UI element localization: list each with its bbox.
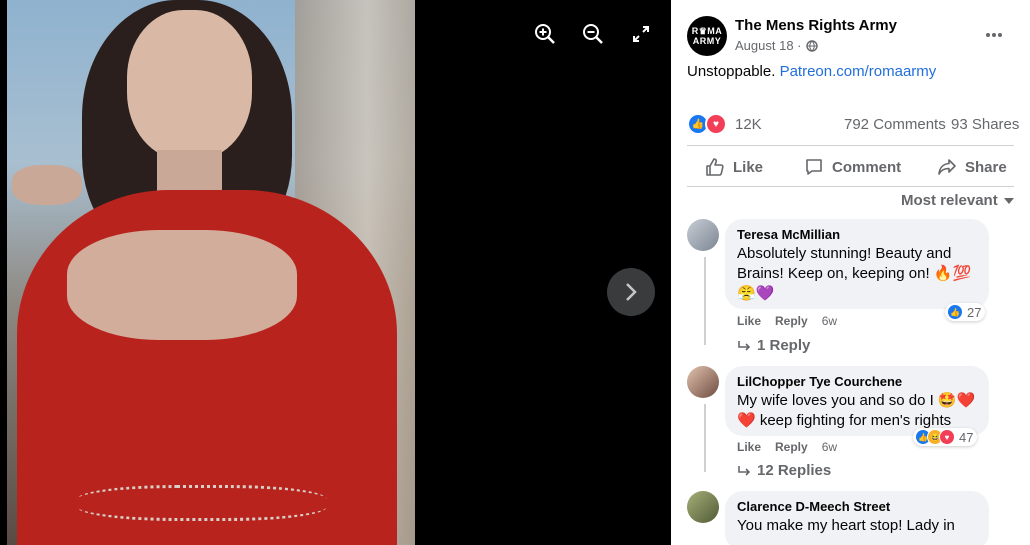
comment-reply-link[interactable]: Reply [775, 314, 808, 328]
reply-arrow-icon [738, 465, 751, 476]
comment-text: You make my heart stop! Lady in [737, 517, 955, 534]
comment-text: Absolutely stunning! Beauty and Brains! … [737, 245, 972, 302]
divider [687, 145, 1014, 146]
globe-icon [805, 39, 818, 52]
share-icon [938, 159, 956, 175]
commenter-name[interactable]: Teresa McMillian [737, 227, 977, 242]
photo-chain-belt [77, 485, 327, 521]
photo-viewer [0, 0, 671, 545]
comment-reply-link[interactable]: Reply [775, 440, 808, 454]
post-photo[interactable] [7, 0, 415, 545]
thread-line [704, 257, 706, 345]
comment-bubble: LilChopper Tye Courchene My wife loves y… [725, 366, 989, 436]
shares-count-link[interactable]: 93 Shares [951, 116, 1019, 133]
page-avatar-line2: ARMY [692, 36, 722, 46]
comment-text: My wife loves you and so do I 🤩❤️ ❤️ kee… [737, 392, 976, 429]
thumbs-up-icon [706, 158, 724, 176]
fullscreen-icon [633, 26, 649, 42]
divider [687, 186, 1014, 187]
love-reaction-icon: ♥ [939, 429, 955, 445]
share-label: Share [965, 158, 1007, 176]
commenter-avatar[interactable] [687, 491, 719, 523]
comment-reactions[interactable]: 👍 27 [945, 303, 986, 321]
zoom-out-icon [583, 24, 603, 44]
comment-like-link[interactable]: Like [737, 314, 761, 328]
reaction-count: 12K [735, 115, 762, 133]
post-sidebar: R♛MA ARMY The Mens Rights Army August 18… [671, 0, 1030, 545]
replies-count: 1 Reply [757, 337, 811, 354]
share-button[interactable]: Share [937, 155, 1007, 179]
zoom-in-icon [535, 24, 555, 44]
post-caption: Unstoppable. Patreon.com/romaarmy [687, 63, 936, 80]
replies-count: 12 Replies [757, 462, 832, 479]
sort-label: Most relevant [901, 192, 998, 209]
comment-item: Teresa McMillian Absolutely stunning! Be… [687, 219, 1007, 359]
comment-reactions[interactable]: 👍 😆 ♥ 47 [913, 428, 978, 446]
comment-time[interactable]: 6w [822, 314, 837, 328]
caption-text: Unstoppable. [687, 63, 780, 80]
comment-label: Comment [832, 158, 902, 176]
view-replies-link[interactable]: 1 Reply [737, 337, 810, 354]
commenter-avatar[interactable] [687, 366, 719, 398]
comment-actions: Like Reply 6w [737, 314, 837, 328]
more-horizontal-icon [986, 33, 1002, 37]
post-date-text: August 18 · [735, 38, 802, 53]
comment-bubble: Clarence D-Meech Street You make my hear… [725, 491, 989, 545]
comment-item: LilChopper Tye Courchene My wife loves y… [687, 366, 1007, 486]
love-reaction-icon: ♥ [705, 113, 727, 135]
commenter-name[interactable]: LilChopper Tye Courchene [737, 374, 977, 389]
photo-chest [67, 230, 297, 340]
comment-bubble: Teresa McMillian Absolutely stunning! Be… [725, 219, 989, 309]
caret-down-icon [1003, 197, 1014, 204]
like-reaction-icon: 👍 [947, 304, 963, 320]
view-replies-link[interactable]: 12 Replies [737, 462, 831, 479]
like-button[interactable]: Like [705, 155, 763, 179]
page-name-link[interactable]: The Mens Rights Army [735, 17, 897, 34]
comment-item: Clarence D-Meech Street You make my hear… [687, 491, 1007, 545]
photo-hand [12, 165, 82, 205]
zoom-out-button[interactable] [579, 20, 607, 48]
page-avatar[interactable]: R♛MA ARMY [687, 16, 727, 56]
zoom-in-button[interactable] [531, 20, 559, 48]
comment-reaction-count: 27 [967, 304, 982, 320]
photo-face [127, 10, 252, 160]
comment-button[interactable]: Comment [804, 155, 901, 179]
thread-line [704, 404, 706, 472]
comment-actions: Like Reply 6w [737, 440, 837, 454]
more-options-button[interactable] [985, 22, 1003, 43]
commenter-name[interactable]: Clarence D-Meech Street [737, 499, 977, 514]
comment-like-link[interactable]: Like [737, 440, 761, 454]
reaction-summary[interactable]: 👍 ♥ 12K [687, 113, 762, 135]
next-photo-button[interactable] [607, 268, 655, 316]
post-date[interactable]: August 18 · [735, 38, 818, 53]
comment-time[interactable]: 6w [822, 440, 837, 454]
commenter-avatar[interactable] [687, 219, 719, 251]
comment-sort-dropdown[interactable]: Most relevant [901, 192, 1014, 209]
comment-icon [806, 159, 822, 175]
chevron-right-icon [626, 283, 637, 301]
comments-count-link[interactable]: 792 Comments [844, 116, 946, 133]
page-avatar-line1: R♛MA [691, 26, 723, 36]
reply-arrow-icon [738, 340, 751, 351]
like-label: Like [733, 158, 764, 176]
comment-reaction-count: 47 [959, 429, 974, 445]
fullscreen-button[interactable] [627, 20, 655, 48]
caption-link[interactable]: Patreon.com/romaarmy [780, 63, 937, 80]
